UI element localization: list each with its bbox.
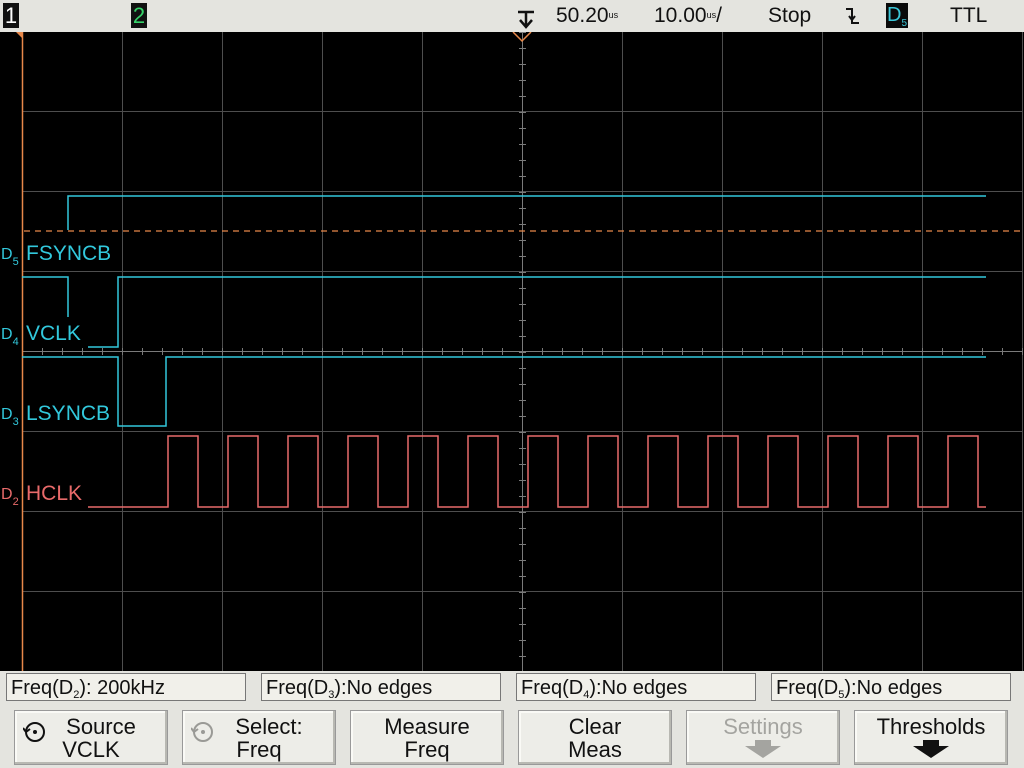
- meas-value: ):No edges: [844, 677, 943, 699]
- trigger-position-value: 50.20: [556, 4, 609, 27]
- fsyncb-label: FSYNCB: [26, 242, 111, 265]
- fsyncb-trace: [67, 195, 986, 230]
- run-state[interactable]: Stop: [768, 3, 811, 29]
- vclk-label: VCLK: [26, 322, 81, 345]
- rotate-knob-icon: [191, 722, 213, 742]
- down-arrow-icon: [745, 740, 781, 758]
- trigger-source-indicator[interactable]: D5: [886, 3, 908, 29]
- trigger-source-index: 5: [901, 18, 907, 29]
- select-softkey[interactable]: Select: Freq: [182, 710, 336, 765]
- d3-marker-letter: D: [1, 406, 13, 423]
- meas-prefix: Freq(D: [521, 677, 584, 699]
- meas-value: ):No edges: [334, 677, 433, 699]
- measurement-freq-d3[interactable]: Freq(D3):No edges: [261, 673, 501, 701]
- meas-value: ): 200kHz: [79, 677, 165, 699]
- trigger-position-readout[interactable]: 50.20us: [556, 3, 618, 29]
- settings-softkey[interactable]: Settings: [686, 710, 840, 765]
- d4-marker-index: 4: [13, 336, 19, 348]
- lsyncb-trace: [22, 356, 986, 427]
- d4-marker[interactable]: D4: [1, 326, 19, 348]
- measurement-freq-d4[interactable]: Freq(D4):No edges: [516, 673, 756, 701]
- channel-1-indicator[interactable]: 1: [3, 3, 19, 28]
- measure-softkey-label: Measure: [384, 714, 470, 739]
- measure-softkey-value: Freq: [404, 737, 450, 762]
- d3-marker[interactable]: D3: [1, 406, 19, 428]
- d5-marker-index: 5: [13, 256, 19, 268]
- lsyncb-label: LSYNCB: [26, 402, 110, 425]
- source-softkey[interactable]: Source VCLK: [14, 710, 168, 765]
- d3-marker-index: 3: [13, 416, 19, 428]
- timebase-unit: us: [706, 10, 717, 20]
- trigger-source-letter: D: [886, 4, 902, 26]
- trigger-position-unit: us: [608, 10, 619, 20]
- delay-marker-icon: [16, 32, 22, 38]
- settings-softkey-label: Settings: [723, 714, 803, 739]
- d5-marker[interactable]: D5: [1, 246, 19, 268]
- meas-prefix: Freq(D: [776, 677, 839, 699]
- d2-marker[interactable]: D2: [1, 486, 19, 508]
- waveform-display[interactable]: FSYNCB VCLK LSYNCB HCLK D5 D4 D3 D2: [0, 32, 1024, 671]
- meas-prefix: Freq(D: [11, 677, 74, 699]
- hclk-label: HCLK: [26, 482, 82, 505]
- vclk-trace: [22, 276, 986, 348]
- d2-marker-letter: D: [1, 486, 13, 503]
- threshold-type[interactable]: TTL: [950, 3, 987, 29]
- channel-2-indicator[interactable]: 2: [131, 3, 147, 28]
- trigger-position-icon: [518, 10, 534, 29]
- measure-freq-softkey[interactable]: Measure Freq: [350, 710, 504, 765]
- thresholds-softkey[interactable]: Thresholds: [854, 710, 1008, 765]
- measurement-freq-d5[interactable]: Freq(D5):No edges: [771, 673, 1011, 701]
- measurement-bar: Freq(D2): 200kHz Freq(D3):No edges Freq(…: [0, 671, 1024, 705]
- clear-softkey-value: Meas: [568, 737, 622, 762]
- timebase-value: 10.00: [654, 4, 707, 27]
- meas-value: ):No edges: [589, 677, 688, 699]
- rotate-knob-icon: [23, 722, 45, 742]
- channel-labels: FSYNCB VCLK LSYNCB HCLK D5 D4 D3 D2: [1, 242, 111, 508]
- status-bar: 1 2 50.20us 10.00us/ Stop D5 TTL: [0, 0, 1024, 32]
- falling-edge-icon[interactable]: [845, 6, 861, 26]
- d5-marker-letter: D: [1, 246, 13, 263]
- d2-marker-index: 2: [13, 496, 19, 508]
- meas-prefix: Freq(D: [266, 677, 329, 699]
- softkey-bar: Source VCLK Select: Freq Measure Freq Cl…: [0, 705, 1024, 768]
- clear-softkey-label: Clear: [568, 714, 622, 739]
- measurement-freq-d2[interactable]: Freq(D2): 200kHz: [6, 673, 246, 701]
- clear-meas-softkey[interactable]: Clear Meas: [518, 710, 672, 765]
- d4-marker-letter: D: [1, 326, 13, 343]
- timebase-suffix: /: [716, 4, 722, 27]
- timebase-readout[interactable]: 10.00us/: [654, 3, 722, 29]
- down-arrow-icon: [913, 740, 949, 758]
- thresholds-softkey-label: Thresholds: [876, 714, 986, 739]
